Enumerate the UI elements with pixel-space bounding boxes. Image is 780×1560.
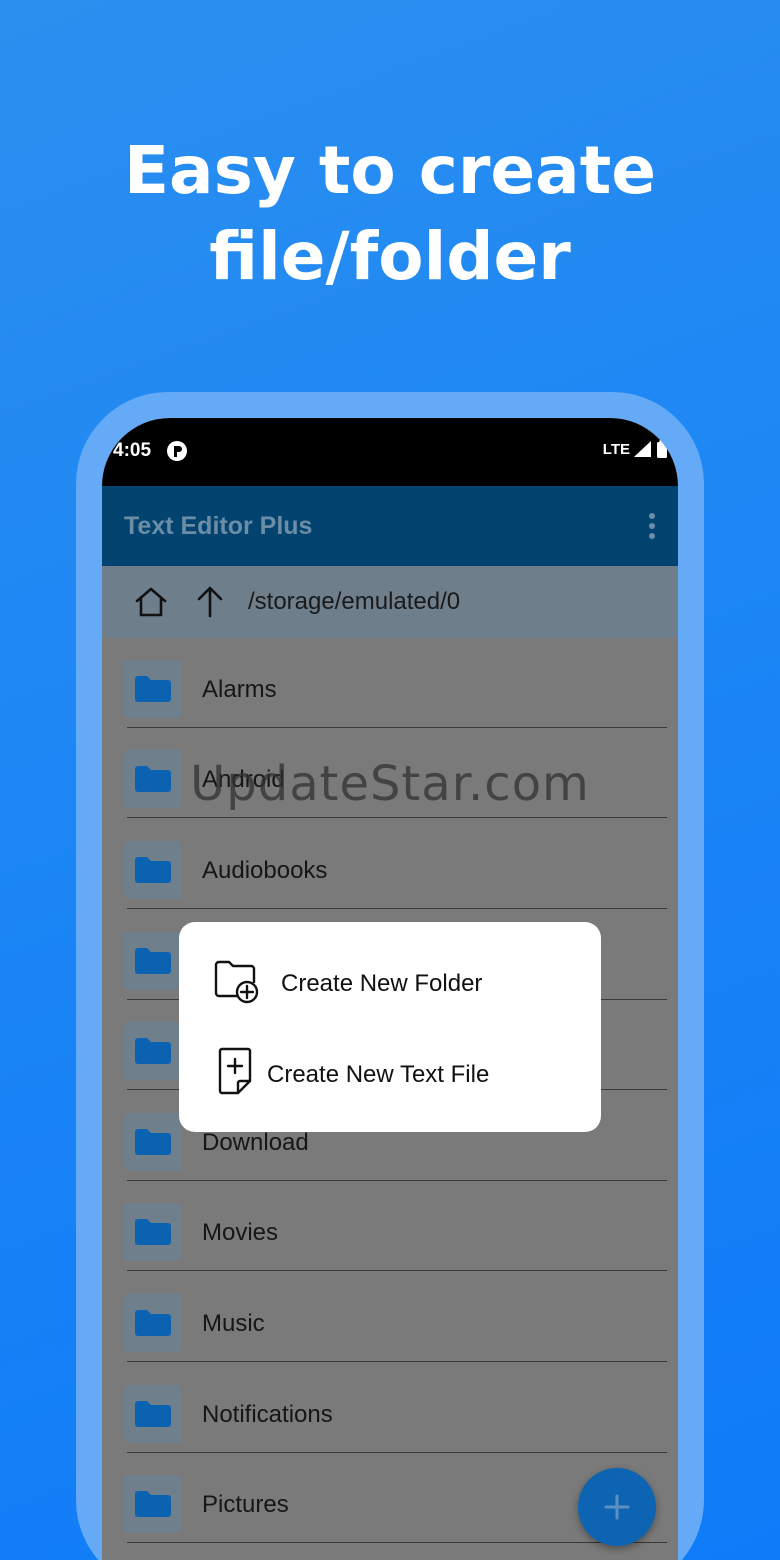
folder-icon-box <box>124 1294 182 1352</box>
signal-icon <box>634 441 651 457</box>
up-arrow-icon[interactable] <box>195 584 225 618</box>
status-bar: 4:05 LTE <box>102 418 678 486</box>
folder-row[interactable]: Notifications <box>102 1363 678 1453</box>
folder-name: Notifications <box>202 1401 333 1428</box>
folder-name: Pictures <box>202 1491 289 1518</box>
app-title: Text Editor Plus <box>124 512 313 540</box>
new-folder-icon <box>214 960 259 1004</box>
folder-icon-box <box>124 660 182 718</box>
folder-icon-box <box>124 1113 182 1171</box>
folder-icon <box>135 857 171 883</box>
network-type: LTE <box>602 440 630 458</box>
folder-icon <box>135 1310 171 1336</box>
status-indicators: LTE <box>603 440 668 458</box>
divider <box>127 1542 667 1543</box>
current-path: /storage/emulated/0 <box>248 588 461 615</box>
folder-row[interactable]: Audiobooks <box>102 819 678 909</box>
folder-name: Audiobooks <box>202 857 328 884</box>
divider <box>127 1270 667 1271</box>
folder-name: Alarms <box>202 676 277 703</box>
headline-line-1: Easy to create <box>123 132 657 209</box>
folder-row[interactable]: Alarms <box>102 638 678 728</box>
create-folder-option[interactable]: Create New Folder <box>179 942 601 1022</box>
folder-icon-box <box>124 1385 182 1443</box>
status-time: 4:05 <box>113 440 152 461</box>
folder-icon <box>135 1129 171 1155</box>
folder-icon <box>135 948 171 974</box>
folder-icon <box>135 1038 171 1064</box>
create-text-file-label: Create New Text File <box>267 1061 490 1088</box>
folder-icon <box>135 1401 171 1427</box>
plus-icon <box>604 1494 630 1520</box>
folder-row[interactable]: Music <box>102 1272 678 1362</box>
watermark: UpdateStar.com <box>190 756 590 812</box>
create-dialog: Create New Folder Create New Text File <box>179 922 601 1132</box>
path-bar: /storage/emulated/0 <box>102 566 678 638</box>
headline-line-2: file/folder <box>209 218 571 295</box>
create-folder-label: Create New Folder <box>281 970 483 997</box>
more-options-icon[interactable] <box>648 512 656 540</box>
folder-icon-box <box>124 841 182 899</box>
folder-row[interactable]: Movies <box>102 1181 678 1271</box>
folder-icon-box <box>124 1022 182 1080</box>
folder-name: Music <box>202 1310 265 1337</box>
battery-icon <box>657 440 667 458</box>
folder-icon-box <box>124 1475 182 1533</box>
divider <box>127 908 667 909</box>
divider <box>127 817 667 818</box>
folder-icon <box>135 1491 171 1517</box>
folder-icon-box <box>124 932 182 990</box>
create-text-file-option[interactable]: Create New Text File <box>179 1033 601 1113</box>
app-bar: Text Editor Plus <box>102 486 678 566</box>
home-icon[interactable] <box>134 586 168 618</box>
folder-name: Movies <box>202 1219 279 1246</box>
folder-icon-box <box>124 1203 182 1261</box>
folder-icon <box>135 676 171 702</box>
divider <box>127 1361 667 1362</box>
folder-name: Download <box>202 1129 309 1156</box>
promo-headline: Easy to create file/folder <box>0 128 780 300</box>
new-file-icon <box>218 1047 252 1095</box>
folder-icon <box>135 1219 171 1245</box>
app-notification-icon <box>167 441 187 461</box>
add-fab-button[interactable] <box>578 1468 656 1546</box>
